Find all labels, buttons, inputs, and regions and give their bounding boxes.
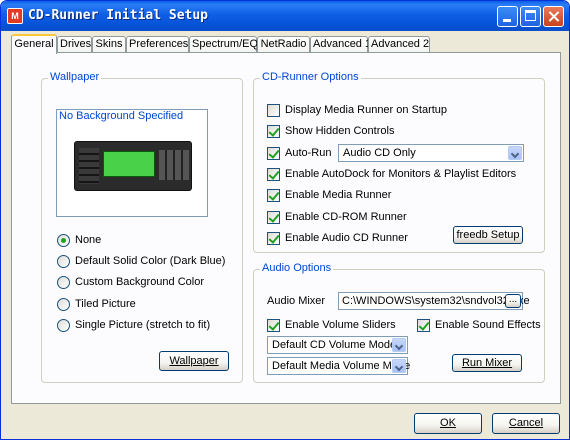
tab-drives[interactable]: Drives xyxy=(57,36,92,53)
cancel-button[interactable]: Cancel xyxy=(492,413,560,434)
cd-volume-mode-select[interactable]: Default CD Volume Mode xyxy=(267,336,408,354)
audio-mixer-label: Audio Mixer xyxy=(267,295,326,307)
general-tab-panel: Wallpaper No Background Specified None D… xyxy=(11,52,561,404)
media-volume-mode-select[interactable]: Default Media Volume Mode xyxy=(267,357,410,375)
options-group-title: CD-Runner Options xyxy=(260,71,361,83)
audio-mixer-path-field[interactable]: C:\WINDOWS\system32\sndvol32.exe ... xyxy=(338,292,530,310)
tab-preferences[interactable]: Preferences xyxy=(126,36,189,53)
title-bar[interactable]: M CD-Runner Initial Setup xyxy=(1,1,569,31)
setup-window: M CD-Runner Initial Setup General Drives… xyxy=(0,0,570,440)
tab-general[interactable]: General xyxy=(11,34,57,54)
audio-group-title: Audio Options xyxy=(260,262,334,274)
freedb-setup-button[interactable]: freedb Setup xyxy=(453,226,523,244)
auto-run-select[interactable]: Audio CD Only xyxy=(338,144,524,162)
tab-advanced-2[interactable]: Advanced 2 xyxy=(368,36,430,53)
run-mixer-button[interactable]: Run Mixer xyxy=(452,354,522,372)
chevron-down-icon[interactable] xyxy=(392,338,406,352)
player-skin-image xyxy=(74,141,192,191)
window-title: CD-Runner Initial Setup xyxy=(28,8,209,23)
browse-mixer-button[interactable]: ... xyxy=(505,294,521,308)
wallpaper-preview: No Background Specified xyxy=(56,109,208,217)
chevron-down-icon[interactable] xyxy=(508,146,522,160)
tab-spectrum-eq[interactable]: Spectrum/EQ xyxy=(189,36,258,53)
close-button[interactable] xyxy=(543,6,564,27)
wallpaper-group-title: Wallpaper xyxy=(48,71,102,83)
preview-caption: No Background Specified xyxy=(59,110,184,122)
tab-netradio[interactable]: NetRadio xyxy=(257,36,310,53)
tab-skins[interactable]: Skins xyxy=(92,36,126,53)
cd-runner-options-group: CD-Runner Options Display Media Runner o… xyxy=(253,71,545,253)
wallpaper-button[interactable]: Wallpaper xyxy=(159,351,229,371)
wallpaper-group: Wallpaper No Background Specified None D… xyxy=(41,71,243,383)
chevron-down-icon[interactable] xyxy=(392,359,406,373)
maximize-button[interactable] xyxy=(520,6,541,27)
minimize-icon xyxy=(503,19,511,22)
tab-advanced-1[interactable]: Advanced 1 xyxy=(310,36,371,53)
ok-button[interactable]: OK xyxy=(414,413,482,434)
maximize-icon xyxy=(525,10,536,21)
minimize-button[interactable] xyxy=(497,6,518,27)
audio-options-group: Audio Options Audio Mixer C:\WINDOWS\sys… xyxy=(253,262,545,383)
app-icon[interactable]: M xyxy=(7,8,23,24)
